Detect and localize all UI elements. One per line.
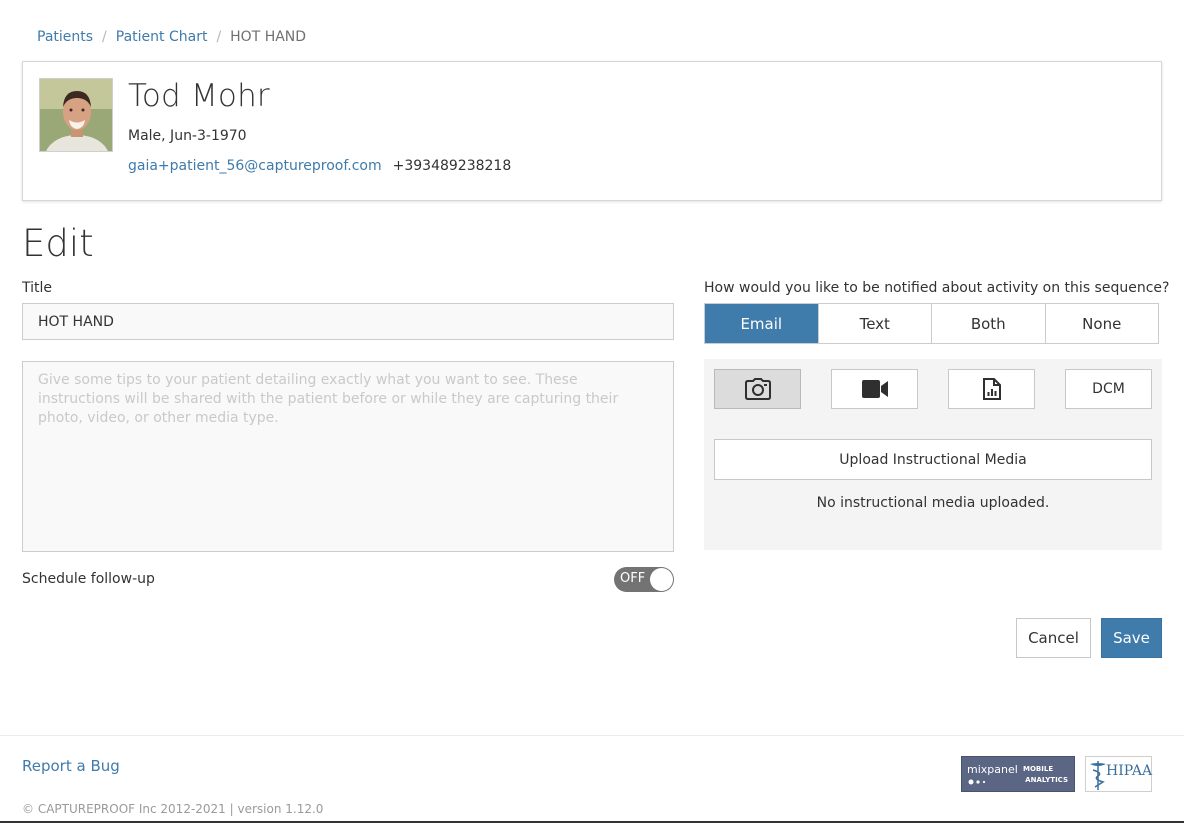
media-type-photo-button[interactable] [714, 369, 801, 409]
notify-segmented-control: Email Text Both None [704, 303, 1159, 344]
patient-contact: gaia+patient_56@captureproof.com +393489… [128, 158, 511, 174]
footer-divider [0, 735, 1184, 736]
mixpanel-badge[interactable]: mixpanel MOBILE ANALYTICS [961, 756, 1075, 792]
schedule-follow-up-toggle[interactable]: OFF [614, 567, 674, 592]
notify-option-email[interactable]: Email [705, 304, 819, 343]
video-camera-icon [861, 380, 888, 398]
title-label: Title [22, 280, 53, 296]
media-type-document-button[interactable] [948, 369, 1035, 409]
cancel-button[interactable]: Cancel [1016, 618, 1091, 658]
patient-avatar [39, 78, 113, 152]
patient-gender-dob: Male, Jun-3-1970 [128, 128, 247, 144]
title-input[interactable] [22, 303, 674, 340]
document-chart-icon [982, 378, 1001, 400]
patient-email-link[interactable]: gaia+patient_56@captureproof.com [128, 158, 382, 174]
mixpanel-analytics-text: ANALYTICS [1025, 776, 1068, 784]
notify-option-none[interactable]: None [1045, 304, 1158, 343]
schedule-follow-up-label: Schedule follow-up [22, 571, 155, 587]
report-bug-link[interactable]: Report a Bug [22, 757, 120, 775]
media-type-panel: DCM Upload Instructional Media No instru… [704, 359, 1162, 550]
no-media-message: No instructional media uploaded. [816, 495, 1050, 511]
upload-instructional-media-button[interactable]: Upload Instructional Media [714, 439, 1152, 480]
camera-icon [744, 378, 771, 400]
mixpanel-mobile-text: MOBILE [1023, 765, 1054, 773]
patient-card: Tod Mohr Male, Jun-3-1970 gaia+patient_5… [22, 61, 1162, 201]
breadcrumb-separator: / [216, 29, 222, 45]
mixpanel-logo-text: mixpanel [967, 763, 1018, 776]
hipaa-badge[interactable]: HIPAA [1085, 756, 1152, 792]
notify-question: How would you like to be notified about … [704, 280, 1170, 296]
breadcrumb: Patients / Patient Chart / HOT HAND [37, 29, 306, 45]
page-title: Edit [22, 222, 94, 265]
patient-photo [40, 79, 112, 151]
patient-phone: +393489238218 [392, 158, 512, 174]
hipaa-logo-text: HIPAA [1106, 763, 1153, 779]
breadcrumb-current: HOT HAND [230, 29, 307, 45]
instructions-textarea[interactable] [22, 361, 674, 552]
media-type-dcm-button[interactable]: DCM [1065, 369, 1152, 409]
patient-name: Tod Mohr [128, 78, 270, 114]
media-type-video-button[interactable] [831, 369, 918, 409]
notify-option-text[interactable]: Text [818, 304, 932, 343]
mixpanel-dots-icon [968, 779, 986, 785]
save-button[interactable]: Save [1101, 618, 1162, 658]
breadcrumb-patient-chart-link[interactable]: Patient Chart [116, 29, 208, 45]
toggle-knob [650, 568, 673, 591]
toggle-state-text: OFF [620, 571, 646, 586]
breadcrumb-separator: / [102, 29, 107, 45]
notify-option-both[interactable]: Both [932, 304, 1046, 343]
copyright-text: © CAPTUREPROOF Inc 2012-2021 | version 1… [22, 802, 324, 816]
breadcrumb-patients-link[interactable]: Patients [37, 29, 93, 45]
